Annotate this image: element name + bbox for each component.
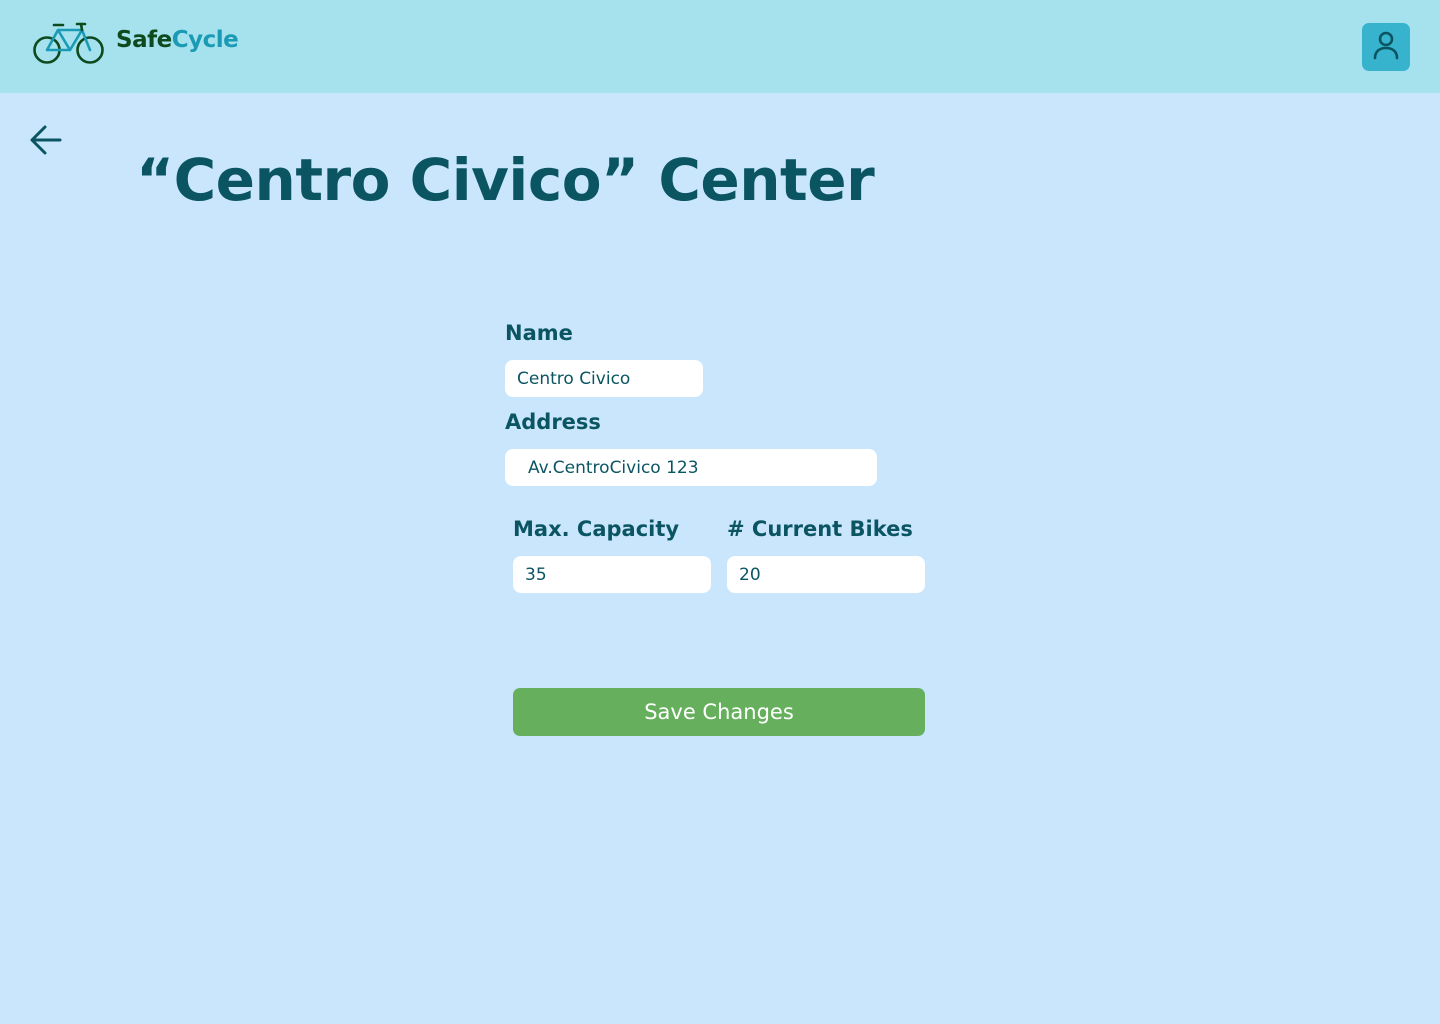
current-bikes-label: # Current Bikes	[727, 517, 913, 541]
brand-name: SafeCycle	[116, 27, 239, 53]
address-label: Address	[505, 410, 601, 434]
current-bikes-input[interactable]	[727, 556, 925, 593]
name-input[interactable]	[505, 360, 703, 397]
back-button[interactable]	[26, 120, 66, 160]
address-input[interactable]	[505, 449, 877, 486]
app-logo[interactable]: SafeCycle	[32, 20, 239, 66]
save-changes-button[interactable]: Save Changes	[513, 688, 925, 736]
app-header: SafeCycle	[0, 0, 1440, 93]
max-capacity-input[interactable]	[513, 556, 711, 593]
user-icon	[1372, 30, 1400, 64]
bicycle-icon	[32, 20, 106, 66]
max-capacity-label: Max. Capacity	[513, 517, 680, 541]
user-profile-button[interactable]	[1362, 23, 1410, 71]
page-title: “Centro Civico” Center	[136, 146, 875, 214]
name-label: Name	[505, 321, 573, 345]
arrow-left-icon	[26, 125, 66, 164]
